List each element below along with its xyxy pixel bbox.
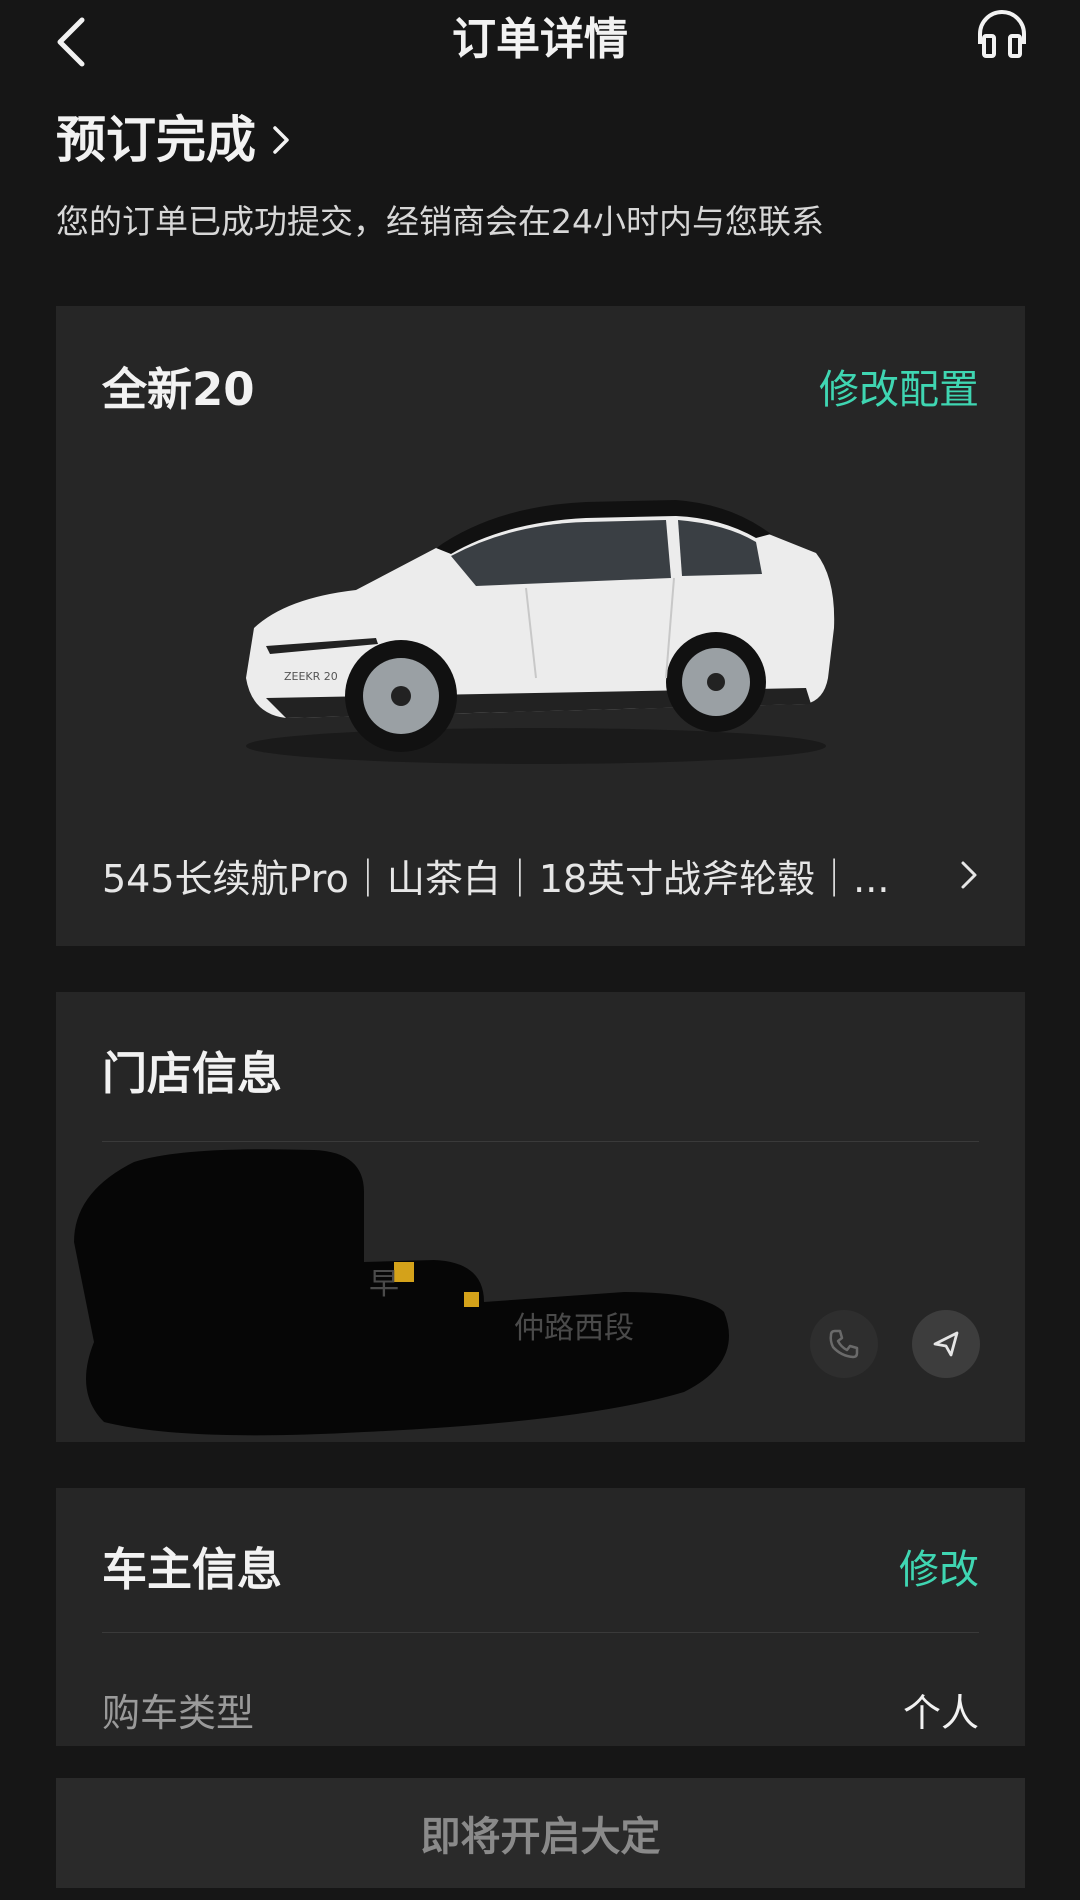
modify-owner-button[interactable]: 修改 xyxy=(899,1538,979,1602)
customer-service-button[interactable] xyxy=(972,4,1032,64)
navigation-arrow-icon xyxy=(933,1331,959,1357)
navigation-bar: 订单详情 xyxy=(0,0,1080,84)
purchase-type-label: 购车类型 xyxy=(102,1691,255,1735)
car-model-name: 全新20 xyxy=(102,363,255,416)
deposit-button[interactable]: 即将开启大定 xyxy=(56,1778,1025,1888)
car-image: ZEEKR 20 xyxy=(246,500,835,764)
modify-config-button[interactable]: 修改配置 xyxy=(819,358,979,422)
order-status-link[interactable]: 预订完成 xyxy=(56,108,292,172)
order-status-description: 您的订单已成功提交，经销商会在24小时内与您联系 xyxy=(56,202,824,241)
headset-icon xyxy=(978,10,1026,58)
store-info-title: 门店信息 xyxy=(102,1047,283,1100)
phone-icon xyxy=(829,1329,859,1359)
chevron-right-icon xyxy=(961,861,977,889)
owner-info-title: 车主信息 xyxy=(102,1543,283,1596)
config-summary-row[interactable]: 545长续航Pro｜山茶白｜18英寸战斧轮毂｜... xyxy=(102,840,979,910)
purchase-type-value: 个人 xyxy=(902,1691,979,1735)
redaction-overlay: 早 仲路西段 xyxy=(74,1149,729,1436)
owner-info-card: 车主信息 修改 购车类型 个人 xyxy=(56,1488,1025,1746)
store-partial-text-2: 仲路西段 xyxy=(514,1311,634,1346)
store-partial-text-1: 早 xyxy=(369,1267,399,1302)
divider xyxy=(102,1632,979,1633)
call-store-button[interactable] xyxy=(810,1310,878,1378)
navigate-store-button[interactable] xyxy=(912,1310,980,1378)
page-title: 订单详情 xyxy=(452,14,628,65)
car-badge-text: ZEEKR 20 xyxy=(284,670,338,683)
config-summary: 545长续航Pro｜山茶白｜18英寸战斧轮毂｜... xyxy=(102,856,890,901)
car-card: 全新20 修改配置 ZEEKR 20 545长续航Pro｜山茶白｜18英寸战斧轮… xyxy=(56,306,1025,946)
chevron-right-icon xyxy=(273,126,289,154)
store-info-card: 门店信息 早 仲路西段 xyxy=(56,992,1025,1442)
order-status-title: 预订完成 xyxy=(56,111,256,169)
